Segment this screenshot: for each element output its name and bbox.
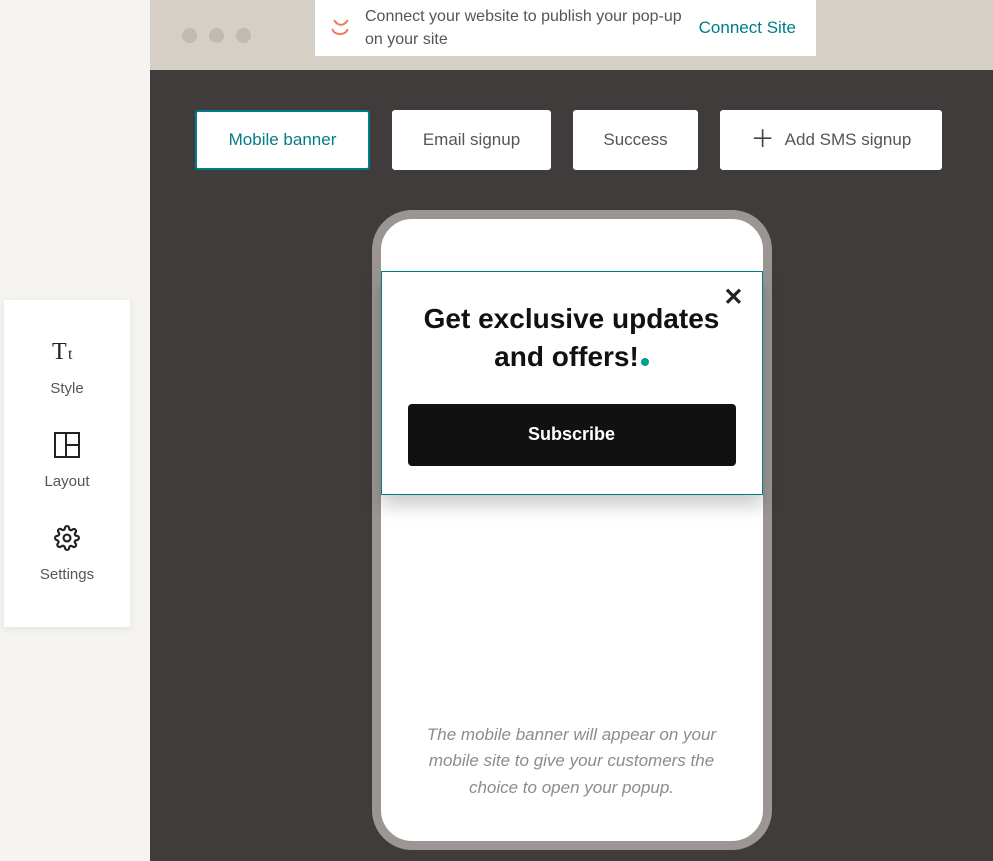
style-label: Style	[50, 380, 83, 397]
mobile-banner-preview[interactable]: ✕ Get exclusive updates and offers! Subs…	[381, 271, 763, 495]
cursor-indicator	[641, 358, 649, 366]
tab-label: Mobile banner	[229, 130, 337, 150]
tab-email-signup[interactable]: Email signup	[392, 110, 551, 170]
plus-icon: ＋	[751, 128, 775, 152]
phone-preview: ✕ Get exclusive updates and offers! Subs…	[372, 210, 772, 850]
settings-tool[interactable]: Settings	[4, 510, 130, 603]
traffic-dot	[236, 28, 251, 43]
connect-site-link[interactable]: Connect Site	[699, 18, 796, 38]
connect-site-bar: Connect your website to publish your pop…	[315, 0, 816, 56]
layout-label: Layout	[44, 473, 89, 490]
banner-headline[interactable]: Get exclusive updates and offers!	[408, 300, 736, 376]
svg-text:T: T	[52, 339, 67, 365]
banner-headline-text: Get exclusive updates and offers!	[424, 303, 720, 372]
tab-mobile-banner[interactable]: Mobile banner	[195, 110, 370, 170]
traffic-lights	[182, 28, 251, 43]
editor-canvas: Mobile banner Email signup Success ＋ Add…	[150, 70, 993, 861]
settings-label: Settings	[40, 566, 94, 583]
connect-message: Connect your website to publish your pop…	[365, 5, 685, 51]
window-chrome: Connect your website to publish your pop…	[150, 0, 993, 70]
traffic-dot	[209, 28, 224, 43]
preview-hint: The mobile banner will appear on your mo…	[381, 722, 763, 841]
side-toolbar: T t Style Layout Settings	[4, 300, 130, 627]
tab-row: Mobile banner Email signup Success ＋ Add…	[195, 110, 963, 170]
traffic-dot	[182, 28, 197, 43]
style-tool[interactable]: T t Style	[4, 324, 130, 417]
tab-label: Success	[603, 130, 667, 150]
tab-label: Email signup	[423, 130, 520, 150]
type-icon: T t	[51, 336, 83, 368]
subscribe-label: Subscribe	[528, 424, 615, 445]
subscribe-button[interactable]: Subscribe	[408, 404, 736, 466]
main-region: Connect your website to publish your pop…	[150, 0, 993, 861]
svg-text:t: t	[68, 346, 73, 363]
layout-tool[interactable]: Layout	[4, 417, 130, 510]
tab-add-sms-signup[interactable]: ＋ Add SMS signup	[720, 110, 942, 170]
connect-icon	[329, 17, 351, 39]
gear-icon	[51, 522, 83, 554]
tab-label: Add SMS signup	[785, 130, 912, 150]
tab-success[interactable]: Success	[573, 110, 698, 170]
layout-icon	[51, 429, 83, 461]
